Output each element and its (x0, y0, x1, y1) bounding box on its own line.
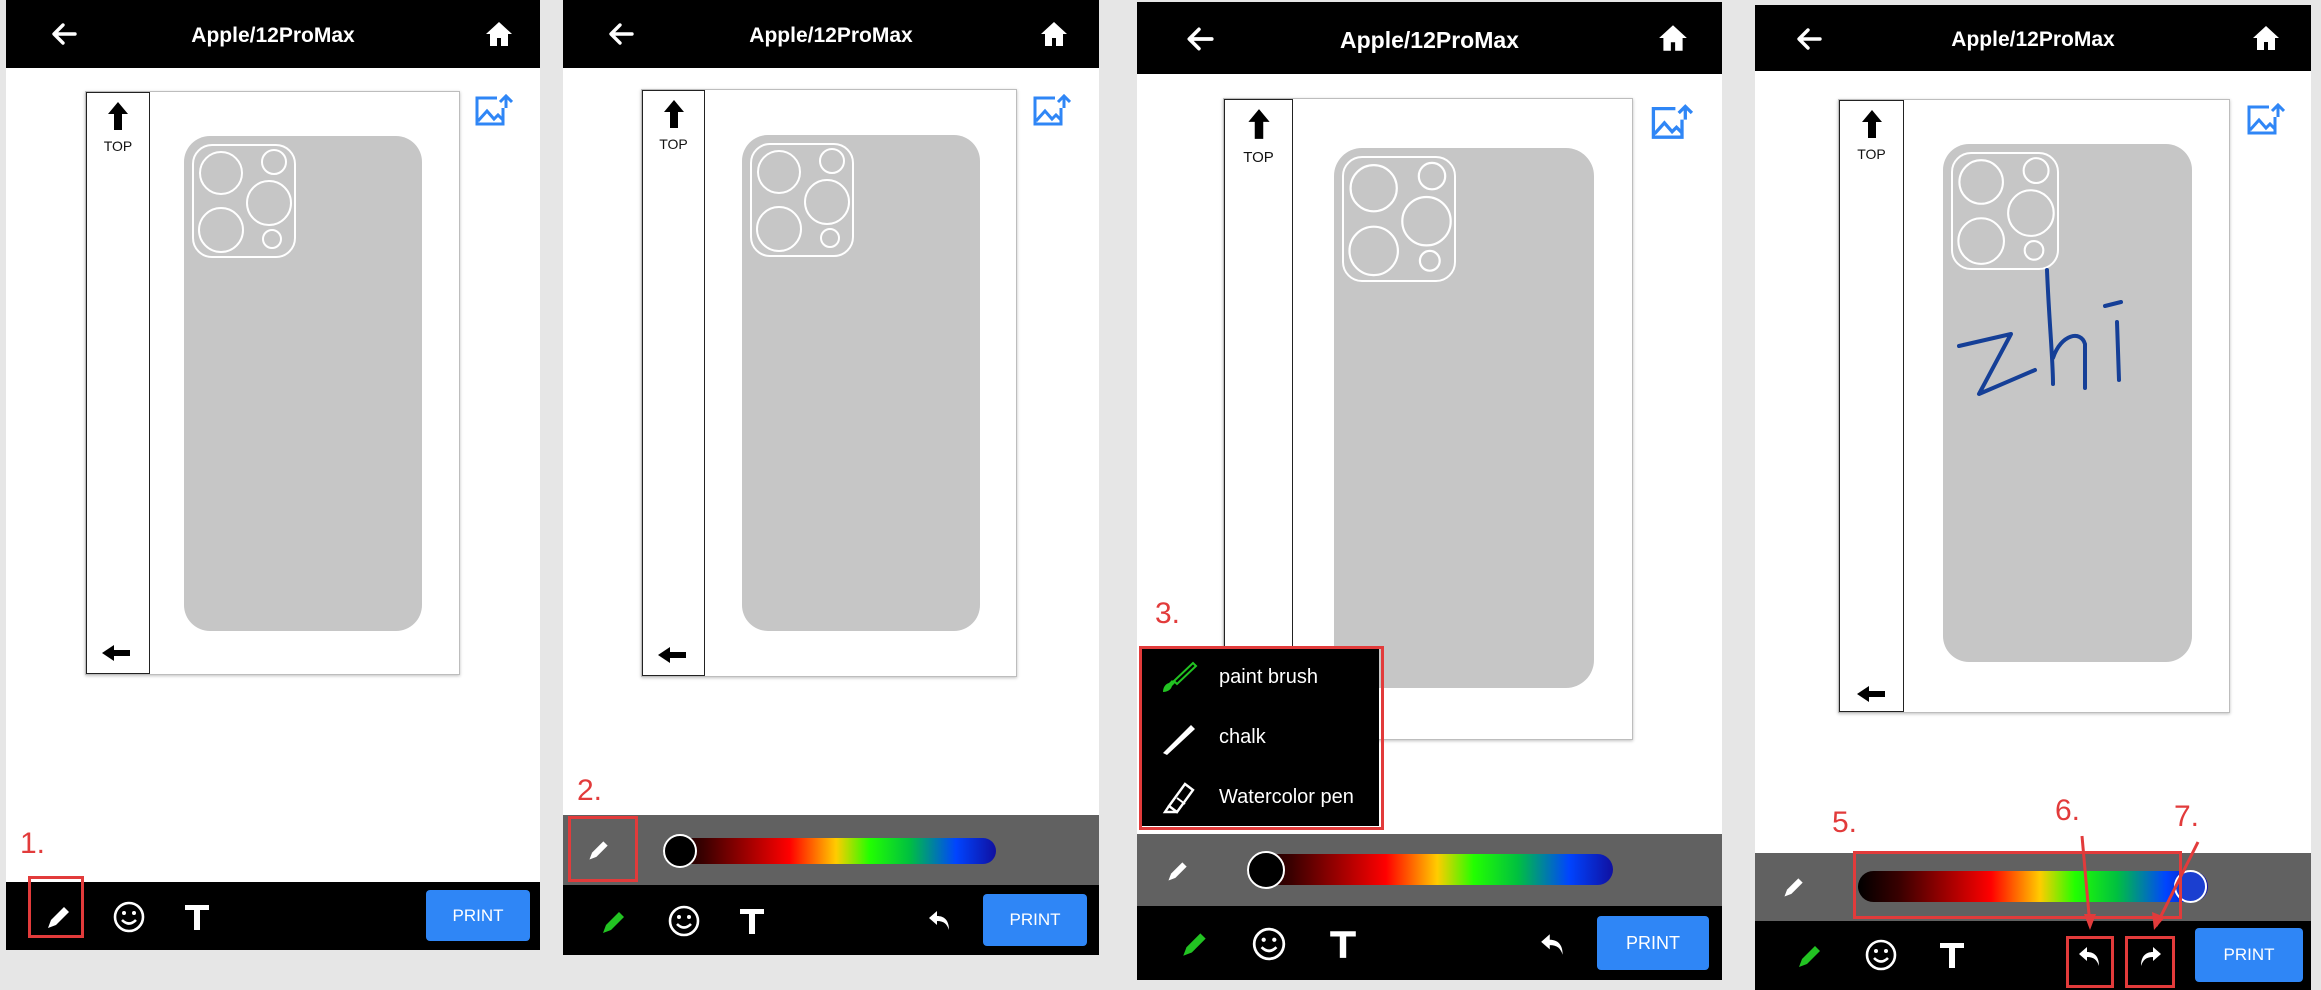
annotation-box-7 (2125, 936, 2175, 988)
camera-lenses (1957, 157, 2055, 265)
screen-2: Apple/12ProMax TOP PRINT (563, 0, 1099, 955)
camera-lenses (756, 148, 850, 252)
camera-module (1951, 152, 2059, 270)
undo-icon[interactable] (1539, 930, 1567, 958)
top-bar: Apple/12ProMax (1137, 2, 1722, 74)
screen-4: Apple/12ProMax TOP PRINT (1755, 5, 2311, 990)
annotation-box-2 (568, 816, 638, 882)
camera-module (1342, 156, 1456, 282)
home-icon[interactable] (1039, 19, 1069, 49)
top-label: TOP (1857, 146, 1886, 162)
home-icon[interactable] (484, 19, 514, 49)
arrow-left-icon (102, 645, 130, 661)
bottom-toolbar: PRINT (6, 882, 540, 950)
orientation-strip (642, 90, 705, 676)
step-label-7: 7. (2174, 800, 2200, 833)
emoji-icon[interactable] (112, 900, 146, 934)
step-label-3: 3. (1155, 597, 1181, 630)
pen-icon-active[interactable] (599, 907, 629, 937)
text-icon[interactable] (1937, 940, 1967, 970)
pen-icon-active[interactable] (1179, 928, 1211, 960)
image-upload-icon[interactable] (473, 94, 513, 130)
handwritten-drawing (1957, 268, 2123, 396)
design-canvas[interactable]: TOP (1838, 99, 2230, 713)
bottom-toolbar: PRINT (563, 885, 1099, 955)
camera-lenses (198, 149, 292, 253)
camera-lenses (1348, 161, 1452, 277)
top-label: TOP (103, 138, 133, 154)
color-bar (1137, 834, 1722, 906)
color-slider[interactable] (663, 838, 996, 864)
phone-back-template (184, 136, 422, 631)
top-label: TOP (659, 136, 688, 152)
home-icon[interactable] (1657, 22, 1689, 54)
arrow-up-icon (108, 102, 128, 130)
page-title: Apple/12ProMax (191, 24, 355, 47)
arrow-up-icon (1862, 110, 1882, 138)
step-label-5: 5. (1832, 806, 1858, 839)
emoji-icon[interactable] (667, 904, 701, 938)
color-bar (563, 815, 1099, 885)
print-button[interactable]: PRINT (2195, 928, 2303, 982)
camera-module (750, 143, 854, 257)
emoji-icon[interactable] (1251, 926, 1287, 962)
color-slider-knob[interactable] (1247, 851, 1285, 889)
design-canvas[interactable]: TOP (1223, 98, 1633, 740)
top-bar: Apple/12ProMax (563, 0, 1099, 68)
undo-icon[interactable] (927, 907, 953, 933)
emoji-icon[interactable] (1864, 938, 1898, 972)
print-button[interactable]: PRINT (426, 890, 530, 941)
image-upload-icon[interactable] (2245, 103, 2285, 139)
orientation-strip (1839, 100, 1904, 712)
screen-1: Apple/12ProMax TOP PRINT (6, 0, 540, 950)
page-title: Apple/12ProMax (1340, 27, 1519, 53)
pen-icon-active[interactable] (1795, 941, 1825, 971)
top-label: TOP (1243, 149, 1274, 166)
phone-back-template (742, 135, 980, 631)
color-slider[interactable] (1247, 854, 1613, 885)
print-button[interactable]: PRINT (983, 894, 1087, 946)
image-upload-icon[interactable] (1649, 104, 1693, 144)
page-title: Apple/12ProMax (749, 24, 913, 47)
print-button[interactable]: PRINT (1597, 916, 1709, 970)
screen-3: Apple/12ProMax TOP paint brush chalk Wat… (1137, 2, 1722, 980)
pen-icon[interactable] (1165, 858, 1191, 884)
bottom-toolbar: PRINT (1755, 921, 2311, 990)
design-canvas[interactable]: TOP (85, 91, 460, 675)
color-slider-knob[interactable] (663, 834, 697, 868)
annotation-box-6 (2066, 936, 2114, 988)
bottom-toolbar: PRINT (1137, 906, 1722, 980)
image-upload-icon[interactable] (1031, 94, 1071, 130)
text-icon[interactable] (182, 902, 212, 932)
orientation-strip (1224, 99, 1293, 739)
annotation-arrows (2080, 835, 2200, 930)
step-label-2: 2. (577, 774, 603, 807)
phone-back-template (1334, 148, 1594, 688)
arrow-left-icon (1857, 686, 1885, 702)
annotation-box-1 (28, 876, 84, 938)
top-bar: Apple/12ProMax (1755, 5, 2311, 71)
annotation-box-3 (1139, 646, 1384, 830)
orientation-strip (86, 92, 150, 674)
page-title: Apple/12ProMax (1951, 28, 2115, 51)
camera-module (192, 144, 296, 258)
text-icon[interactable] (737, 906, 767, 936)
top-bar: Apple/12ProMax (6, 0, 540, 68)
step-label-1: 1. (20, 827, 46, 860)
text-icon[interactable] (1327, 928, 1359, 960)
home-icon[interactable] (2251, 23, 2281, 53)
design-canvas[interactable]: TOP (641, 89, 1017, 677)
arrow-up-icon (1248, 109, 1270, 139)
arrow-up-icon (664, 100, 684, 128)
pen-icon[interactable] (1781, 874, 1807, 900)
arrow-left-icon (658, 647, 686, 663)
step-label-6: 6. (2055, 794, 2081, 827)
